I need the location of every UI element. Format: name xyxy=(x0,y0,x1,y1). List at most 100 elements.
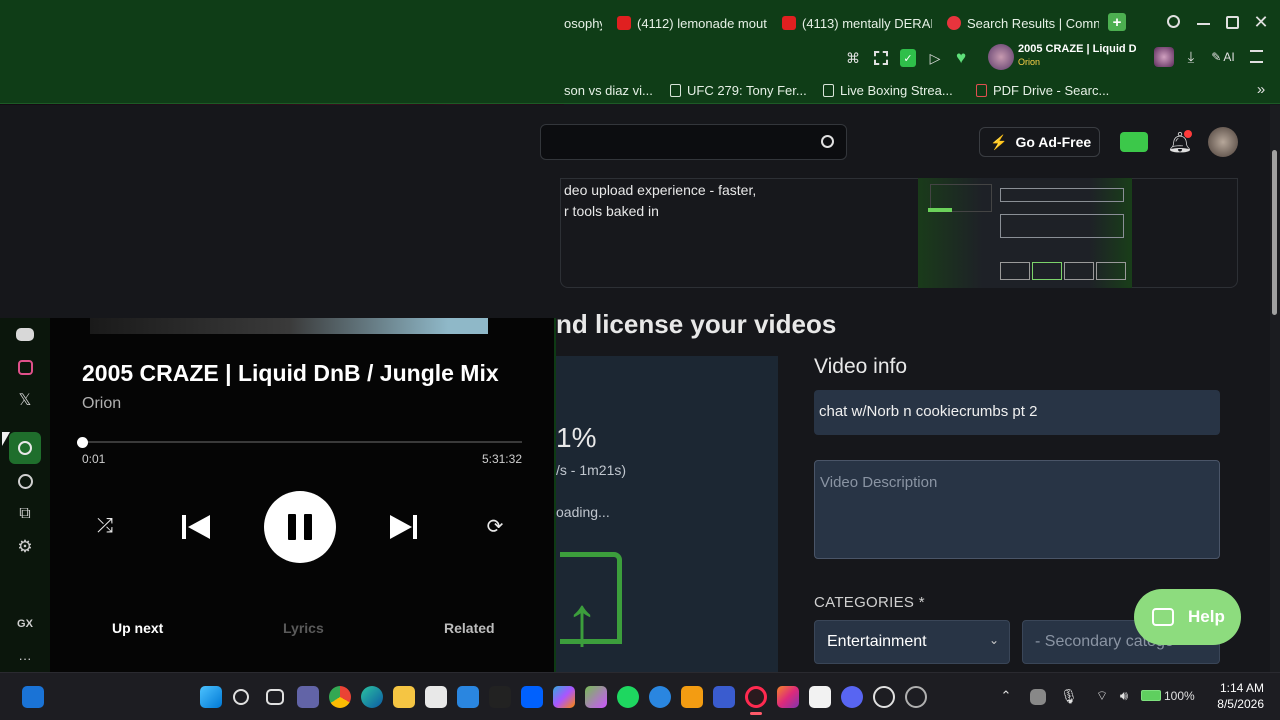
chatgpt-icon[interactable] xyxy=(873,686,895,708)
teams-icon[interactable] xyxy=(297,686,319,708)
help-icon[interactable] xyxy=(649,686,671,708)
bookmarks-overflow-icon[interactable]: » xyxy=(1252,80,1270,98)
progress-bar[interactable] xyxy=(82,441,522,443)
spotify-icon[interactable] xyxy=(617,686,639,708)
search-results-icon xyxy=(947,16,961,30)
battery-icon[interactable] xyxy=(1141,690,1161,701)
app4-icon[interactable] xyxy=(905,686,927,708)
app-icon[interactable] xyxy=(489,686,511,708)
chrome-icon[interactable] xyxy=(329,686,351,708)
settings-gear-icon[interactable]: ⚙ xyxy=(13,535,37,559)
search-input[interactable] xyxy=(540,124,847,160)
shuffle-icon[interactable]: ⤮ xyxy=(92,513,118,539)
download-icon[interactable]: ⤓ xyxy=(1183,48,1199,66)
discord-icon[interactable] xyxy=(841,686,863,708)
outlook-icon[interactable] xyxy=(22,686,44,708)
upload-arrow-shape: ↑ xyxy=(564,582,600,660)
banner-text-1: deo upload experience - faster, xyxy=(564,182,757,198)
tab-up-next[interactable]: Up next xyxy=(112,620,163,636)
progress-knob[interactable] xyxy=(77,437,89,448)
help-button[interactable]: Help xyxy=(1134,589,1241,645)
minimize-icon[interactable] xyxy=(1197,23,1210,25)
store-icon[interactable] xyxy=(425,686,447,708)
easy-setup-icon[interactable] xyxy=(1250,50,1263,63)
instagram-icon[interactable] xyxy=(777,686,799,708)
bookmark-item-2[interactable]: Live Boxing Strea... xyxy=(823,80,963,100)
go-live-icon[interactable] xyxy=(1120,132,1148,152)
close-icon[interactable]: ✕ xyxy=(1253,12,1269,32)
ai-button[interactable]: ✎ AI xyxy=(1208,48,1238,66)
pause-button[interactable] xyxy=(264,491,336,563)
bookmark-icon[interactable]: ⌘ xyxy=(845,49,861,67)
extensions-icon[interactable]: ⧉ xyxy=(13,502,37,526)
tab-0[interactable]: osophy xyxy=(564,9,602,37)
copilot-icon[interactable] xyxy=(553,686,575,708)
dropbox-icon[interactable] xyxy=(521,686,543,708)
tab-lyrics[interactable]: Lyrics xyxy=(283,620,324,636)
repeat-icon[interactable]: ⟳ xyxy=(482,513,508,539)
page-scrollbar[interactable] xyxy=(1270,105,1280,672)
bookmark-item-1[interactable]: UFC 279: Tony Fer... xyxy=(670,80,808,100)
tab-1[interactable]: (4112) lemonade mout xyxy=(617,9,767,37)
x-twitter-icon[interactable]: 𝕏 xyxy=(13,388,37,412)
media-title: 2005 CRAZE | Liquid Dn xyxy=(1018,43,1136,55)
pause-icon xyxy=(288,514,312,540)
volume-icon[interactable]: 🔊︎ xyxy=(1116,686,1132,706)
media-artist: Orion xyxy=(1018,57,1041,67)
upload-progress-panel: 1% /s - 1m21s) oading... ↑ xyxy=(556,356,778,672)
bookmark-item-3[interactable]: PDF Drive - Searc... xyxy=(976,80,1112,100)
chat-bubble-icon xyxy=(1152,608,1174,626)
tab-3[interactable]: Search Results | Comn xyxy=(947,9,1099,37)
taskbar-clock[interactable]: 1:14 AM 8/5/2026 xyxy=(1208,680,1264,712)
tray-app-icon[interactable] xyxy=(1030,689,1046,705)
more-icon[interactable]: ··· xyxy=(13,646,37,670)
upload-status: oading... xyxy=(556,504,610,520)
search-tabs-icon[interactable] xyxy=(1167,15,1180,28)
video-description-field[interactable]: Video Description xyxy=(814,460,1220,559)
app2-icon[interactable] xyxy=(585,686,607,708)
opera-gx-icon[interactable] xyxy=(745,686,767,708)
media-widget[interactable]: 2005 CRAZE | Liquid Dn Orion xyxy=(986,42,1140,70)
app3-icon[interactable] xyxy=(713,686,735,708)
restore-icon[interactable] xyxy=(1226,16,1239,29)
youtube-icon xyxy=(782,16,796,30)
edge-icon[interactable] xyxy=(361,686,383,708)
page-icon xyxy=(670,83,681,97)
go-ad-free-button[interactable]: ⚡ Go Ad-Free xyxy=(979,127,1100,157)
tab-related[interactable]: Related xyxy=(444,620,495,636)
windows-start-icon[interactable] xyxy=(200,686,222,708)
discord-icon[interactable] xyxy=(13,322,37,346)
previous-icon[interactable] xyxy=(182,513,212,541)
profile-avatar-small[interactable] xyxy=(1154,47,1174,67)
microphone-icon[interactable]: 🎙︎ xyxy=(1060,686,1078,706)
shield-icon[interactable]: ✓ xyxy=(900,49,916,67)
tab-2[interactable]: (4113) mentally DERAN xyxy=(782,9,932,37)
task-view-icon[interactable] xyxy=(266,689,284,705)
new-tab-button[interactable]: + xyxy=(1108,13,1126,31)
search-icon[interactable] xyxy=(233,689,249,705)
avatar[interactable] xyxy=(1208,127,1238,157)
next-icon[interactable] xyxy=(388,513,418,541)
video-title-field[interactable]: chat w/Norb n cookiecrumbs pt 2 xyxy=(814,390,1220,435)
amazon-icon[interactable] xyxy=(809,686,831,708)
gx-corner-icon[interactable]: GX xyxy=(13,612,37,636)
track-artist[interactable]: Orion xyxy=(82,395,121,413)
bookmarks-bar: son vs diaz vi... UFC 279: Tony Fer... L… xyxy=(0,74,1280,104)
page-icon xyxy=(823,83,834,97)
music-player-icon[interactable] xyxy=(9,432,41,464)
history-icon[interactable] xyxy=(13,469,37,493)
fl-studio-icon[interactable] xyxy=(681,686,703,708)
wifi-icon[interactable]: ⌔ xyxy=(1094,686,1110,706)
instagram-icon[interactable] xyxy=(13,355,37,379)
file-explorer-icon[interactable] xyxy=(393,686,415,708)
tray-chevron-icon[interactable]: ⌃ xyxy=(998,686,1014,706)
primary-category-select[interactable]: Entertainment ⌄ xyxy=(814,620,1010,664)
scrollbar-thumb[interactable] xyxy=(1272,150,1277,315)
video-info-heading: Video info xyxy=(814,355,908,378)
bookmark-item-0[interactable]: son vs diaz vi... xyxy=(564,80,654,100)
play-icon[interactable]: ▷ xyxy=(927,49,943,67)
banner-illustration xyxy=(918,178,1132,288)
heart-icon[interactable]: ♥ xyxy=(952,48,970,68)
snapshot-icon[interactable] xyxy=(874,51,888,65)
mail-icon[interactable] xyxy=(457,686,479,708)
